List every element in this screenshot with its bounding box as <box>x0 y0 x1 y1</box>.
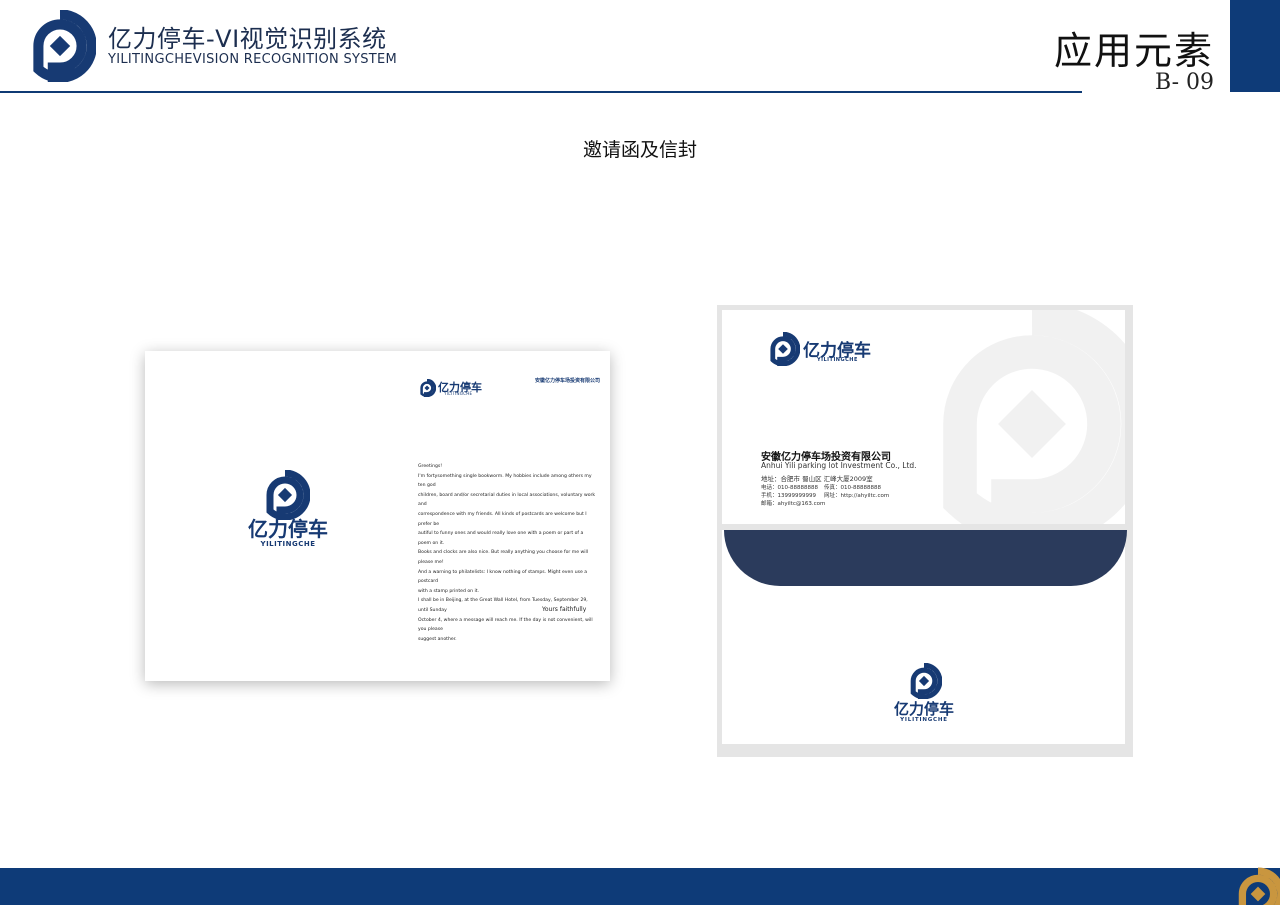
letter-sign-off: Yours faithfully <box>542 606 587 613</box>
page-caption: 邀请函及信封 <box>582 139 697 161</box>
footer-logo-icon <box>1238 867 1280 905</box>
envelope-front: 亿力停车 YILITINGCHE 安徽亿力停车场投资有限公司 Anhui Yil… <box>722 310 1125 524</box>
letter-line: suggest another. <box>418 636 457 642</box>
envelope-address: 地址：合肥市 蜀山区 汇峰大厦2009室 <box>761 475 873 483</box>
envelope-back-logo-cn: 亿力停车 <box>893 700 954 718</box>
envelope-back-logo-en: YILITINGCHE <box>900 717 948 723</box>
letter-line: with a stamp printed on it. <box>418 588 480 594</box>
brand-subtitle: YILITINGCHEVISION RECOGNITION SYSTEM <box>108 52 398 67</box>
letter-line: Books and clocks are also nice. But real… <box>418 550 589 565</box>
footer-text: VISION RECOGNITION SYSTEM <box>1047 13 1211 25</box>
envelope-website: 网址：http://ahyiltc.com <box>824 493 890 499</box>
letter-logo-en: YILITINGCHE <box>260 540 316 548</box>
letter-logo-cn: 亿力停车 <box>248 517 328 541</box>
letter-body: Greetings! I'm fortysomething single boo… <box>418 462 596 644</box>
letter-small-logo-icon <box>420 379 436 397</box>
envelope-phone: 电话：010-88888888 <box>761 485 818 491</box>
envelope-flap <box>724 530 1127 586</box>
section-title: 应用元素 <box>1053 29 1214 73</box>
envelope-logo-en: YILITINGCHE <box>817 357 858 363</box>
letter-line: correspondence with my friends. All kind… <box>418 511 587 527</box>
section-code: B- 09 <box>1155 70 1214 95</box>
envelope-back-logo-icon <box>910 663 942 699</box>
letter-line: Greetings! <box>418 464 443 469</box>
invitation-letter: 亿力停车 YILITINGCHE 亿力停车 YILITINGCHE 安徽亿力停车… <box>145 351 610 681</box>
envelope-mobile: 手机：13999999999 <box>761 493 816 499</box>
envelope-logo-icon <box>770 332 800 366</box>
letter-line: children, board and/or secretarial dutie… <box>418 492 596 508</box>
watermark-logo-icon <box>943 310 1125 524</box>
brand-title: 亿力停车-VI视觉识别系统 <box>108 25 387 53</box>
letter-line: autiful to funny ones and would really l… <box>418 531 584 546</box>
header-divider <box>0 91 1082 93</box>
letter-line: And a warning to philatelists: I know no… <box>418 569 588 585</box>
envelope-fax: 传真：010-88888888 <box>824 485 881 491</box>
corner-color-block <box>1230 0 1280 92</box>
envelope-email: 邮箱：ahyiltc@163.com <box>761 501 826 507</box>
brand-logo-icon <box>33 10 96 82</box>
footer-bar <box>0 868 1280 905</box>
letter-small-logo-en: YILITINGCHE <box>444 391 473 396</box>
letter-company-name: 安徽亿力停车场投资有限公司 <box>535 378 601 384</box>
letter-line: I'm fortysomething single bookworm. My h… <box>418 473 592 489</box>
letter-line: October 4, where a message will reach me… <box>418 617 593 633</box>
envelope-company-en: Anhui Yili parking lot Investment Co., L… <box>761 461 917 470</box>
